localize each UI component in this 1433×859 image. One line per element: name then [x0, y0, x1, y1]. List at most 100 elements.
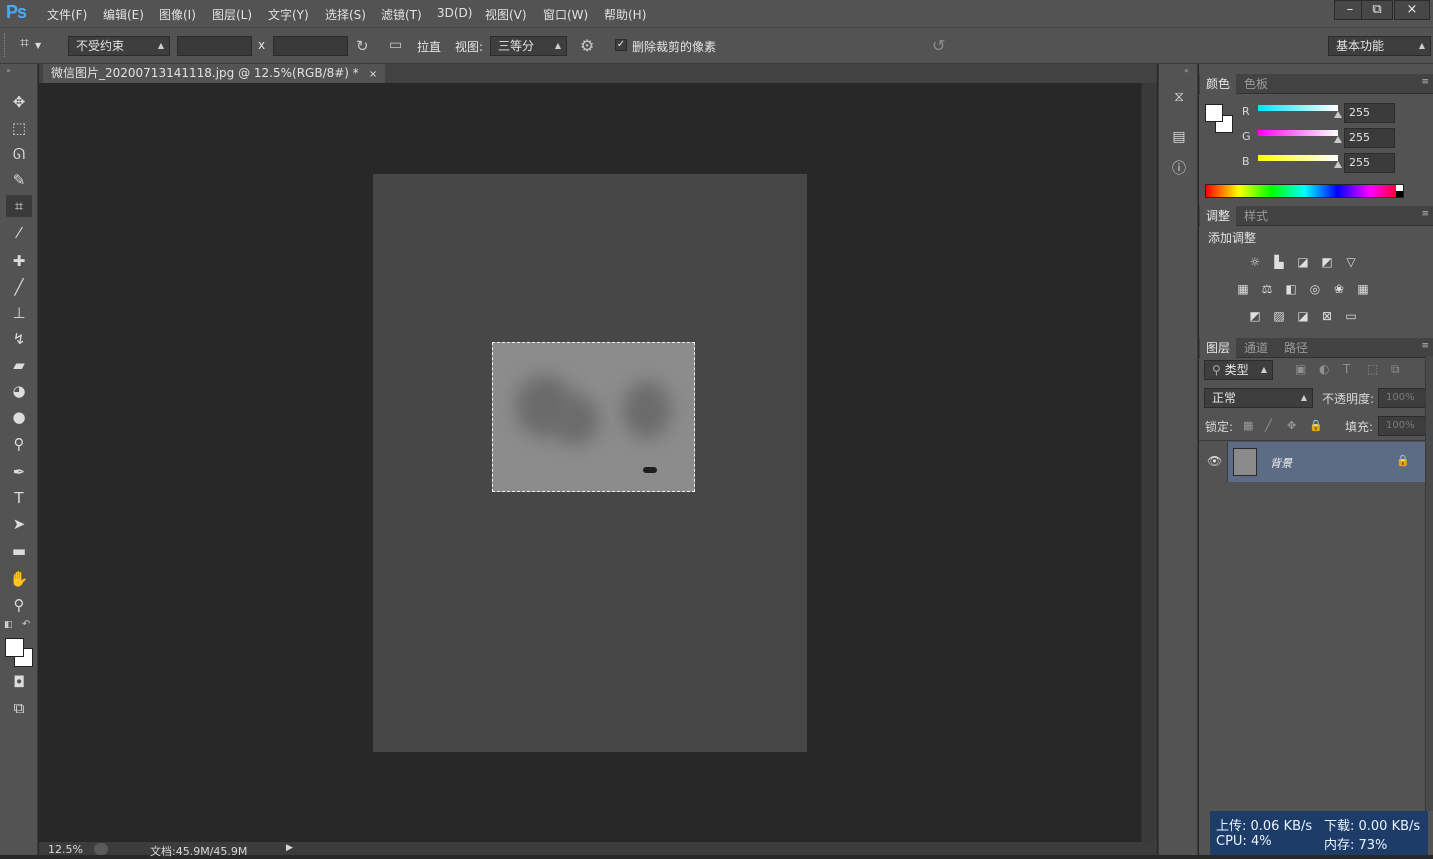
clone-stamp-tool-icon[interactable]: ⊥	[6, 302, 32, 324]
info-icon[interactable]: ⓘ	[1170, 158, 1188, 177]
paint-bucket-tool-icon[interactable]: ◕	[6, 380, 32, 402]
hue-saturation-icon[interactable]: ▦	[1235, 281, 1251, 297]
tab-color[interactable]: 颜色	[1200, 74, 1237, 94]
menu-select[interactable]: 选择(S)	[325, 6, 366, 23]
quick-selection-tool-icon[interactable]: ✎	[6, 169, 32, 191]
vertical-scrollbar[interactable]	[1141, 83, 1157, 842]
status-menu-arrow-icon[interactable]: ▶	[286, 843, 293, 853]
invert-icon[interactable]: ◩	[1247, 308, 1263, 324]
delete-cropped-checkbox[interactable]: ✓	[615, 39, 627, 51]
photo-filter-icon[interactable]: ◎	[1307, 281, 1323, 297]
reset-icon[interactable]: ↺	[932, 36, 945, 55]
tab-paths[interactable]: 路径	[1278, 338, 1314, 358]
red-value-field[interactable]: 255	[1344, 103, 1395, 123]
path-selection-tool-icon[interactable]: ➤	[6, 513, 32, 535]
panel-menu-icon[interactable]: ≡	[1421, 209, 1429, 219]
default-colors-icon[interactable]: ◧	[4, 620, 13, 630]
foreground-color-swatch[interactable]	[1205, 104, 1223, 122]
panel-menu-icon[interactable]: ≡	[1421, 341, 1429, 351]
dodge-tool-icon[interactable]: ⚲	[6, 433, 32, 455]
blue-slider[interactable]	[1258, 155, 1338, 161]
tab-layers[interactable]: 图层	[1200, 338, 1237, 358]
screen-mode-icon[interactable]: ⧉	[6, 697, 32, 719]
menu-file[interactable]: 文件(F)	[47, 6, 87, 23]
color-lookup-icon[interactable]: ▦	[1355, 281, 1371, 297]
lock-all-icon[interactable]: 🔒	[1309, 419, 1323, 432]
crop-tool-preset-icon[interactable]: ⌗ ▼	[20, 33, 54, 55]
menu-view[interactable]: 视图(V)	[485, 6, 527, 23]
pixel-filter-icon[interactable]: ▣	[1295, 362, 1306, 376]
layer-filter-dropdown[interactable]: ⚲ 类型 ▲	[1204, 360, 1273, 380]
marquee-tool-icon[interactable]: ⬚	[6, 117, 32, 139]
ratio-dropdown[interactable]: 不受约束 ▲	[68, 36, 170, 56]
lock-transparent-icon[interactable]: ▦	[1243, 419, 1253, 432]
curves-icon[interactable]: ◪	[1295, 254, 1311, 270]
red-slider-thumb[interactable]	[1334, 111, 1342, 118]
opacity-field[interactable]: 100%	[1378, 388, 1432, 408]
history-panel-icon[interactable]: ⧖	[1170, 89, 1188, 107]
levels-icon[interactable]: ▙	[1271, 254, 1287, 270]
zoom-level[interactable]: 12.5%	[48, 843, 83, 856]
color-balance-icon[interactable]: ⚖	[1259, 281, 1275, 297]
type-filter-icon[interactable]: T	[1343, 362, 1350, 376]
tab-adjustments[interactable]: 调整	[1200, 206, 1237, 226]
menu-3d[interactable]: 3D(D)	[437, 6, 472, 20]
swap-colors-icon[interactable]: ↶	[22, 619, 30, 630]
brightness-icon[interactable]: ☼	[1247, 254, 1263, 270]
visibility-toggle[interactable]: 👁	[1200, 442, 1228, 482]
gear-icon[interactable]: ⚙	[580, 36, 594, 55]
width-field[interactable]	[177, 36, 252, 56]
panel-menu-icon[interactable]: ≡	[1421, 77, 1429, 87]
straighten-button[interactable]: 拉直	[417, 38, 441, 55]
menu-help[interactable]: 帮助(H)	[604, 6, 646, 23]
green-slider[interactable]	[1258, 130, 1338, 136]
smart-object-filter-icon[interactable]: ⧉	[1391, 362, 1400, 377]
threshold-icon[interactable]: ◪	[1295, 308, 1311, 324]
restore-button[interactable]: ⧉	[1361, 0, 1393, 20]
tab-channels[interactable]: 通道	[1238, 338, 1274, 358]
color-spectrum-bar[interactable]	[1205, 184, 1404, 198]
collapse-arrows-icon[interactable]: »	[6, 66, 11, 75]
menu-image[interactable]: 图像(I)	[159, 6, 196, 23]
view-overlay-dropdown[interactable]: 三等分 ▲	[490, 36, 567, 56]
document-tab[interactable]: 微信图片_20200713141118.jpg @ 12.5%(RGB/8#) …	[43, 64, 386, 83]
fill-field[interactable]: 100%	[1378, 416, 1432, 436]
crop-selection[interactable]	[492, 342, 695, 492]
hand-tool-icon[interactable]: ✋	[6, 568, 32, 590]
selective-color-icon[interactable]: ⊠	[1319, 308, 1335, 324]
spectrum-black-swatch[interactable]	[1396, 191, 1403, 197]
layer-row[interactable]: 👁 背景 🔒	[1200, 442, 1425, 482]
crop-tool-icon[interactable]: ⌗	[6, 195, 32, 217]
shape-filter-icon[interactable]: ⬚	[1367, 362, 1378, 376]
tab-swatches[interactable]: 色板	[1238, 74, 1274, 94]
exposure-icon[interactable]: ◩	[1319, 254, 1335, 270]
layer-name[interactable]: 背景	[1270, 455, 1292, 471]
history-brush-tool-icon[interactable]: ↯	[6, 328, 32, 350]
eraser-tool-icon[interactable]: ▰	[6, 354, 32, 376]
zoom-tool-icon[interactable]: ⚲	[6, 594, 32, 616]
channel-mixer-icon[interactable]: ❀	[1331, 281, 1347, 297]
layers-scrollbar[interactable]	[1425, 356, 1433, 811]
quick-mask-icon[interactable]: ◘	[6, 671, 32, 693]
lasso-tool-icon[interactable]: ᘏ	[6, 143, 32, 165]
black-white-icon[interactable]: ◧	[1283, 281, 1299, 297]
foreground-color-swatch[interactable]	[5, 638, 24, 657]
posterize-icon[interactable]: ▨	[1271, 308, 1287, 324]
close-tab-icon[interactable]: ×	[369, 69, 377, 80]
blue-value-field[interactable]: 255	[1344, 153, 1395, 173]
blend-mode-dropdown[interactable]: 正常 ▲	[1204, 388, 1313, 408]
close-button[interactable]: ×	[1394, 0, 1430, 20]
vibrance-icon[interactable]: ▽	[1343, 254, 1359, 270]
tab-styles[interactable]: 样式	[1238, 206, 1274, 226]
blue-slider-thumb[interactable]	[1334, 161, 1342, 168]
properties-panel-icon[interactable]: ▤	[1170, 129, 1188, 147]
type-tool-icon[interactable]: T	[6, 487, 32, 509]
adjustment-filter-icon[interactable]: ◐	[1319, 362, 1329, 376]
status-options-icon[interactable]	[94, 843, 108, 855]
red-slider[interactable]	[1258, 105, 1338, 111]
green-slider-thumb[interactable]	[1334, 136, 1342, 143]
collapse-arrows-icon[interactable]: «	[1184, 66, 1189, 75]
swap-dimensions-icon[interactable]: ↻	[356, 37, 369, 55]
height-field[interactable]	[273, 36, 348, 56]
straighten-icon[interactable]: ▭	[389, 37, 402, 53]
